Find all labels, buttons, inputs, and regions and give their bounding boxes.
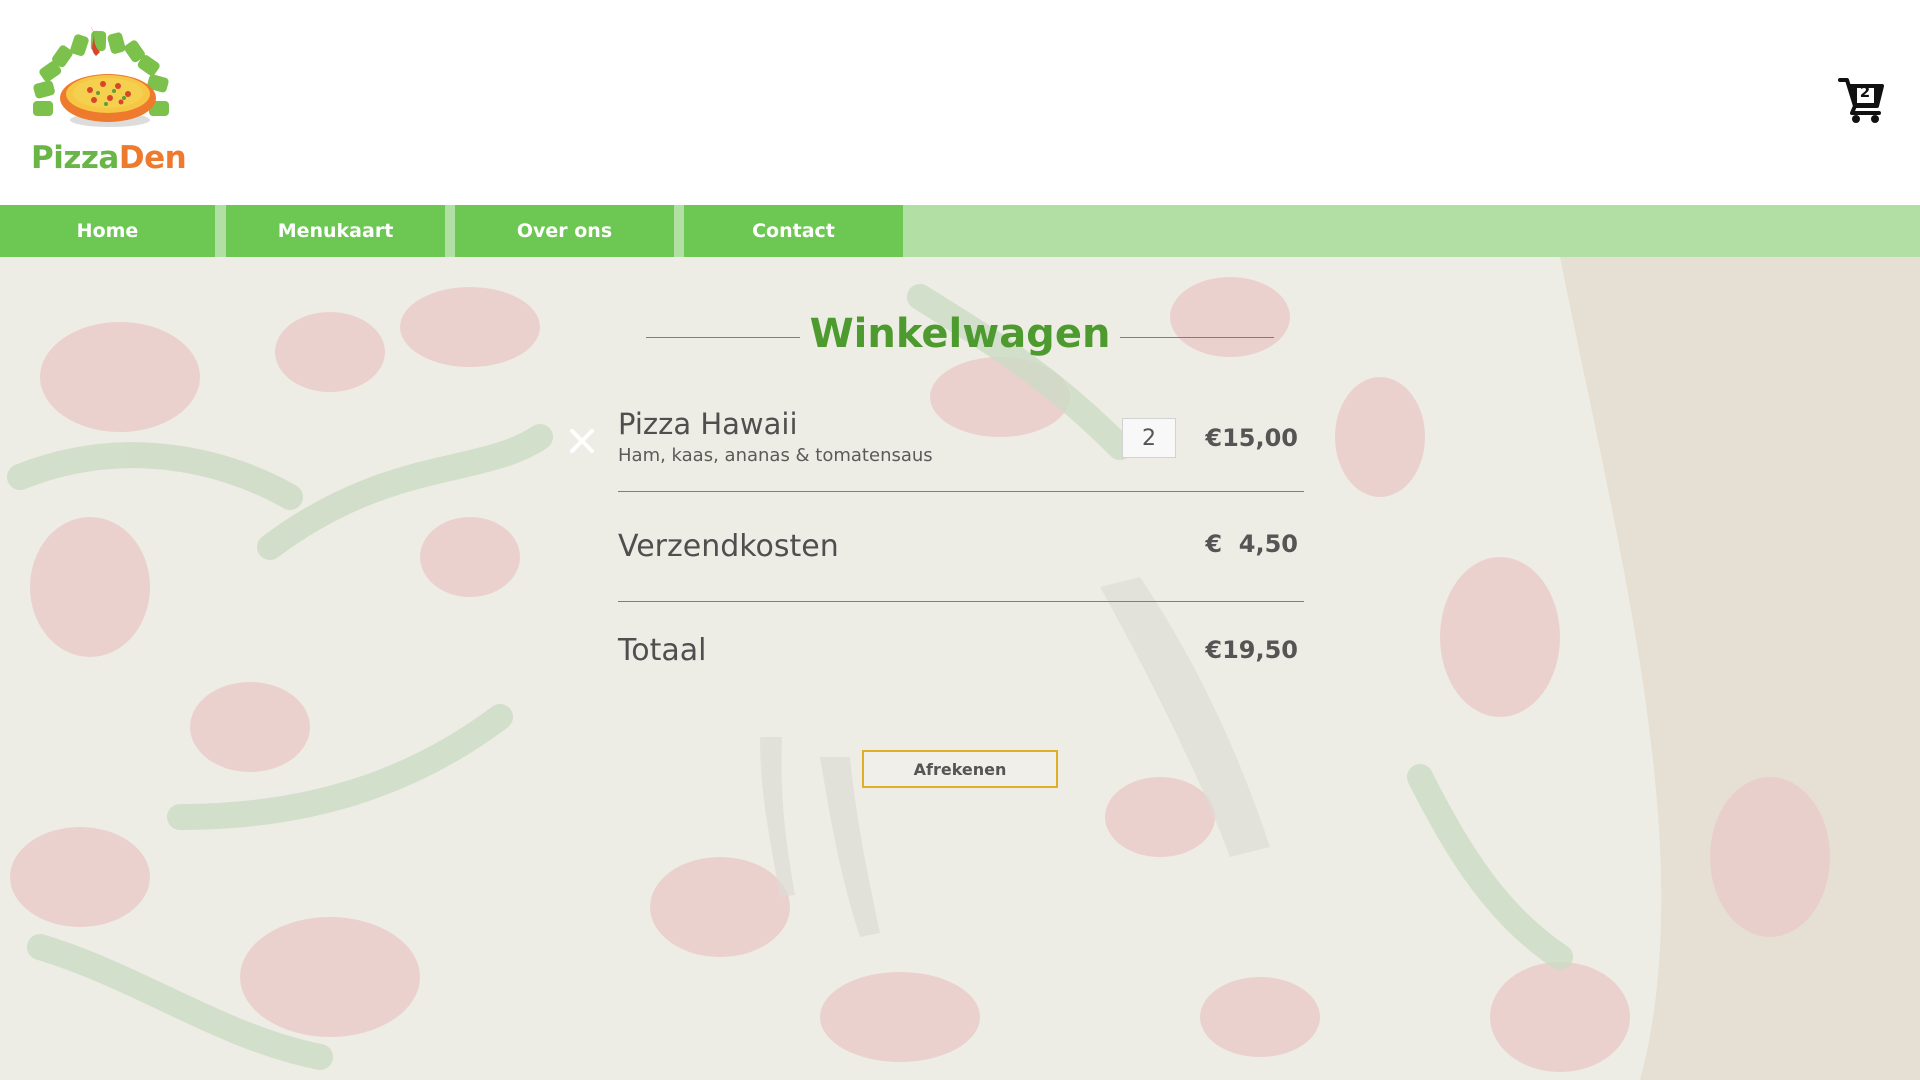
cart-title-block: Winkelwagen [646, 311, 1274, 363]
remove-item-button[interactable] [566, 425, 598, 457]
nav-item-contact[interactable]: Contact [684, 205, 903, 257]
cart-count-badge: 2 [1859, 83, 1871, 101]
title-divider-right [1120, 337, 1274, 338]
shipping-price: € 4,50 [1205, 530, 1298, 558]
shipping-label: Verzendkosten [618, 529, 839, 564]
nav-item-over-ons[interactable]: Over ons [455, 205, 674, 257]
cart-item-description: Ham, kaas, ananas & tomatensaus [618, 445, 933, 466]
total-label: Totaal [618, 633, 707, 668]
cart-item-name: Pizza Hawaii [618, 407, 798, 441]
logo-word-den: Den [118, 140, 187, 176]
pizza-oven-logo-icon [33, 26, 169, 127]
row-divider [618, 491, 1304, 492]
logo-word-pizza: Pizza [31, 140, 119, 176]
cart-button[interactable]: 2 [1838, 76, 1886, 124]
checkout-button[interactable]: Afrekenen [862, 750, 1058, 788]
total-price: €19,50 [1205, 636, 1298, 664]
row-divider [618, 601, 1304, 602]
page-title: Winkelwagen [809, 311, 1111, 357]
site-header: PizzaDen 2 [0, 0, 1920, 205]
logo[interactable]: PizzaDen [28, 16, 188, 176]
background-overlay [0, 257, 1920, 1080]
close-icon [570, 429, 594, 453]
quantity-input[interactable] [1122, 418, 1176, 458]
logo-wordmark: PizzaDen [31, 140, 187, 176]
main-nav: Home Menukaart Over ons Contact [0, 205, 1920, 257]
cart-item-price: €15,00 [1205, 424, 1298, 452]
cart-page: Winkelwagen Pizza Hawaii Ham, kaas, anan… [0, 257, 1920, 1080]
nav-item-menukaart[interactable]: Menukaart [226, 205, 445, 257]
nav-item-home[interactable]: Home [0, 205, 215, 257]
